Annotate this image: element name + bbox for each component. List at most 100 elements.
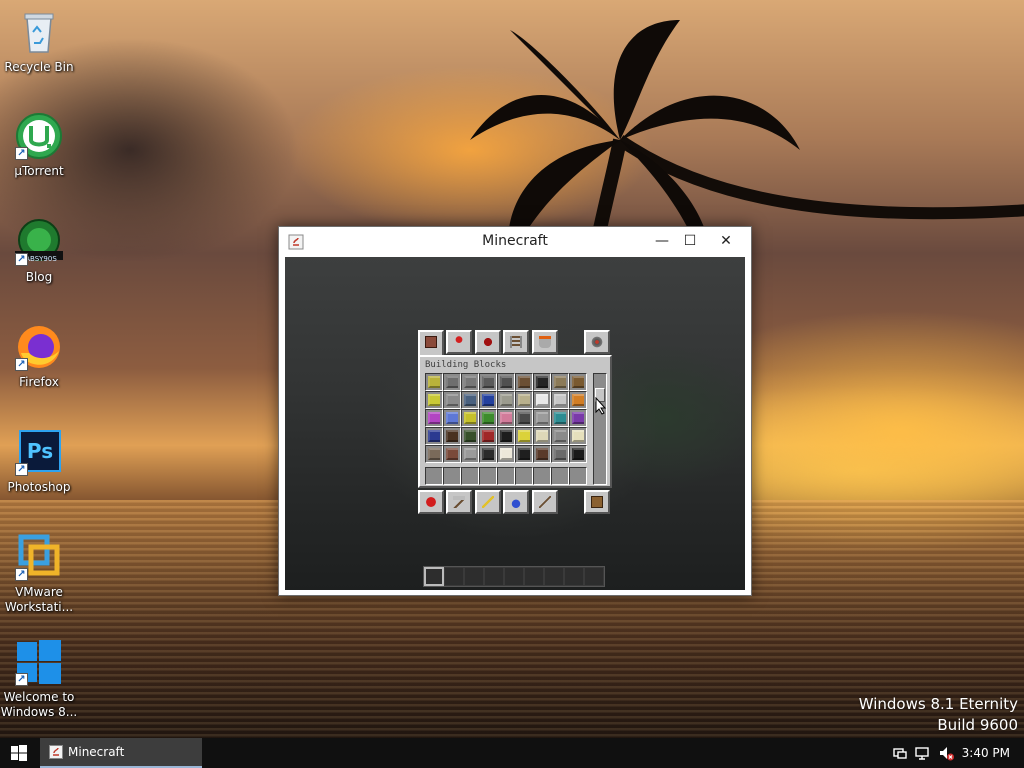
inventory-slot[interactable] — [443, 427, 461, 445]
inventory-hotbar-slot[interactable] — [479, 467, 497, 485]
inventory-slot[interactable] — [515, 445, 533, 463]
desktop-icon-firefox[interactable]: ↗ Firefox — [0, 323, 78, 390]
minecraft-window[interactable]: Minecraft — ☐ ✕ Building Blocks — [278, 226, 752, 596]
network-share-icon[interactable] — [892, 745, 908, 761]
window-titlebar[interactable]: Minecraft — ☐ ✕ — [279, 227, 751, 257]
inventory-slot[interactable] — [533, 373, 551, 391]
block-item-icon — [464, 430, 476, 442]
watermark-build: Build 9600 — [937, 716, 1018, 734]
inventory-slot[interactable] — [533, 391, 551, 409]
inventory-slot[interactable] — [479, 391, 497, 409]
inventory-slot[interactable] — [551, 373, 569, 391]
hotbar-slot-selected[interactable] — [424, 567, 444, 586]
block-item-icon — [446, 430, 458, 442]
survival-inventory-tab[interactable] — [584, 490, 610, 514]
inventory-slot[interactable] — [497, 391, 515, 409]
inventory-slot[interactable] — [425, 409, 443, 427]
taskbar: Minecraft 3:40 PM — [0, 738, 1024, 768]
inventory-slot[interactable] — [443, 373, 461, 391]
tools-tab[interactable] — [446, 490, 472, 514]
inventory-slot[interactable] — [425, 445, 443, 463]
inventory-slot[interactable] — [425, 373, 443, 391]
inventory-hotbar-slot[interactable] — [443, 467, 461, 485]
desktop-icon-recycle-bin[interactable]: Recycle Bin — [0, 8, 78, 75]
hotbar-slot[interactable] — [564, 567, 584, 586]
inventory-slot[interactable] — [497, 427, 515, 445]
start-button[interactable] — [0, 738, 38, 768]
hotbar-slot[interactable] — [504, 567, 524, 586]
inventory-slot[interactable] — [551, 409, 569, 427]
desktop-icon-blog[interactable]: LABSY90S ↗ Blog — [0, 218, 78, 285]
inventory-slot[interactable] — [551, 391, 569, 409]
inventory-hotbar-slot[interactable] — [425, 467, 443, 485]
inventory-slot[interactable] — [461, 391, 479, 409]
inventory-slot[interactable] — [497, 409, 515, 427]
inventory-slot[interactable] — [461, 427, 479, 445]
network-icon[interactable] — [915, 745, 931, 761]
inventory-slot[interactable] — [461, 373, 479, 391]
decoration-tab[interactable] — [446, 330, 472, 354]
hotbar-slot[interactable] — [464, 567, 484, 586]
inventory-slot[interactable] — [425, 391, 443, 409]
inventory-slot[interactable] — [569, 409, 587, 427]
inventory-slot[interactable] — [497, 445, 515, 463]
taskbar-clock[interactable]: 3:40 PM — [962, 738, 1010, 768]
watermark-edition: Windows 8.1 Eternity — [858, 695, 1018, 713]
block-item-icon — [428, 394, 440, 406]
desktop-icon-photoshop[interactable]: Ps ↗ Photoshop — [0, 428, 78, 495]
close-button[interactable]: ✕ — [709, 229, 743, 253]
inventory-slot[interactable] — [569, 445, 587, 463]
inventory-slot[interactable] — [479, 373, 497, 391]
inventory-slot[interactable] — [443, 409, 461, 427]
inventory-slot[interactable] — [551, 445, 569, 463]
transportation-tab[interactable] — [503, 330, 529, 354]
inventory-slot[interactable] — [443, 445, 461, 463]
taskbar-item-minecraft[interactable]: Minecraft — [40, 738, 202, 768]
hotbar-slot[interactable] — [584, 567, 604, 586]
inventory-slot[interactable] — [443, 391, 461, 409]
brewing-tab[interactable] — [503, 490, 529, 514]
inventory-slot[interactable] — [479, 445, 497, 463]
inventory-hotbar-slot[interactable] — [551, 467, 569, 485]
inventory-slot[interactable] — [569, 427, 587, 445]
inventory-slot[interactable] — [425, 427, 443, 445]
inventory-slot[interactable] — [461, 409, 479, 427]
desktop-icon-utorrent[interactable]: ↗ µTorrent — [0, 112, 78, 179]
inventory-slot[interactable] — [533, 409, 551, 427]
minecraft-game-view[interactable]: Building Blocks — [285, 257, 745, 590]
inventory-slot[interactable] — [461, 445, 479, 463]
desktop-icon-vmware[interactable]: ↗ VMware Workstati... — [0, 533, 78, 615]
hotbar-slot[interactable] — [544, 567, 564, 586]
inventory-slot[interactable] — [515, 409, 533, 427]
materials-tab[interactable] — [532, 490, 558, 514]
inventory-slot[interactable] — [533, 445, 551, 463]
foodstuffs-tab[interactable] — [418, 490, 444, 514]
inventory-hotbar-slot[interactable] — [497, 467, 515, 485]
inventory-slot[interactable] — [533, 427, 551, 445]
inventory-scrollbar[interactable] — [593, 373, 607, 485]
block-item-icon — [518, 394, 530, 406]
inventory-slot[interactable] — [515, 373, 533, 391]
inventory-hotbar-slot[interactable] — [569, 467, 587, 485]
volume-muted-icon[interactable] — [938, 745, 954, 761]
inventory-hotbar-slot[interactable] — [461, 467, 479, 485]
hotbar-slot[interactable] — [524, 567, 544, 586]
inventory-slot[interactable] — [479, 409, 497, 427]
redstone-tab[interactable] — [475, 330, 501, 354]
inventory-slot[interactable] — [515, 391, 533, 409]
inventory-hotbar-slot[interactable] — [515, 467, 533, 485]
hotbar-slot[interactable] — [444, 567, 464, 586]
inventory-slot[interactable] — [569, 373, 587, 391]
inventory-slot[interactable] — [497, 373, 515, 391]
misc-tab[interactable] — [532, 330, 558, 354]
search-tab[interactable] — [584, 330, 610, 354]
inventory-slot[interactable] — [515, 427, 533, 445]
inventory-slot[interactable] — [551, 427, 569, 445]
desktop-icon-welcome-windows[interactable]: ↗ Welcome to Windows 8... — [0, 638, 78, 720]
combat-tab[interactable] — [475, 490, 501, 514]
inventory-slot[interactable] — [569, 391, 587, 409]
inventory-slot[interactable] — [479, 427, 497, 445]
hotbar-slot[interactable] — [484, 567, 504, 586]
inventory-hotbar-slot[interactable] — [533, 467, 551, 485]
maximize-button[interactable]: ☐ — [673, 229, 707, 253]
